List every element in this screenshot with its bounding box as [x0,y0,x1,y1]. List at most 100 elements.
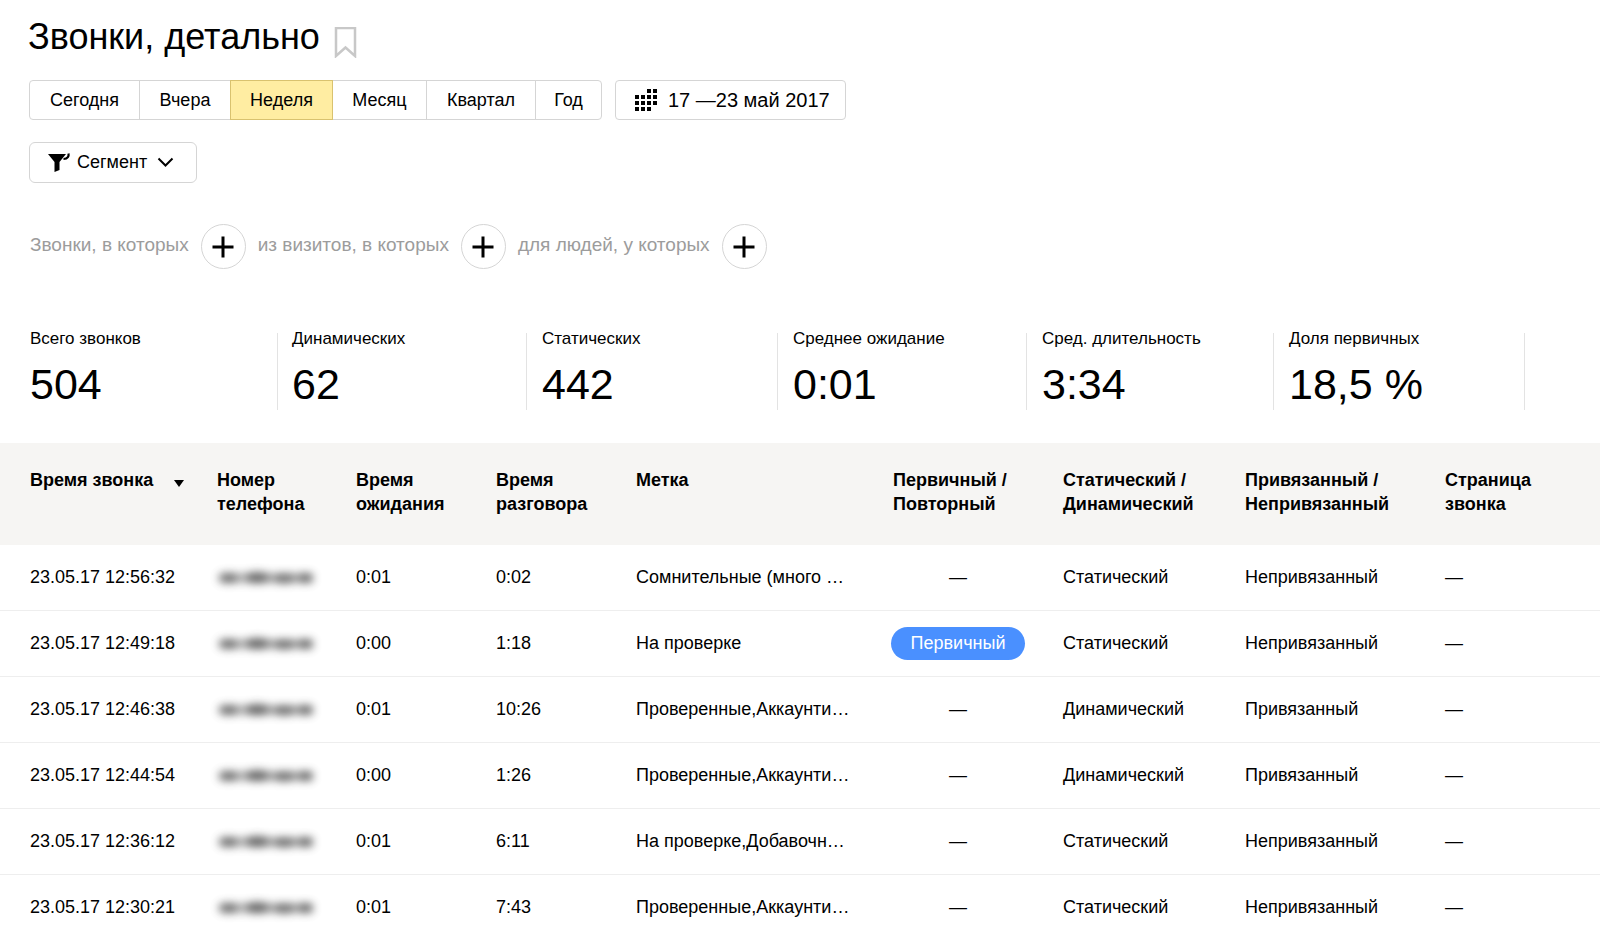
stat-label: Статических [542,329,640,349]
stat-divider [526,333,527,410]
table-row[interactable]: 23.05.17 12:46:38 0:01 10:26 Проверенные… [0,676,1600,742]
tab-yesterday[interactable]: Вчера [139,80,231,120]
col-wait-time[interactable]: Время ожидания [356,443,496,545]
cell-call-time: 23.05.17 12:46:38 [0,676,217,742]
cell-primary: — [893,808,1063,874]
cell-talk-time: 0:02 [496,545,636,610]
phone-redacted [217,897,313,919]
stat-value: 442 [542,363,640,406]
filter-builder-row: Звонки, в которых из визитов, в которых … [30,224,779,269]
cell-primary: — [893,742,1063,808]
cell-phone [217,874,356,940]
cell-wait-time: 0:01 [356,874,496,940]
cell-tag: На проверке [636,610,893,676]
chevron-down-icon [157,157,174,168]
phone-redacted [217,633,313,655]
col-page[interactable]: Страница звонка [1445,443,1600,545]
segment-button[interactable]: Сегмент [29,142,197,183]
calendar-icon [635,89,657,111]
table-row[interactable]: 23.05.17 12:36:12 0:01 6:11 На проверке,… [0,808,1600,874]
stat-block: Сред. длительность 3:34 [1042,329,1201,406]
col-primary[interactable]: Первичный / Повторный [893,443,1063,545]
stat-block: Статических 442 [542,329,640,406]
cell-primary: — [893,545,1063,610]
sort-desc-icon [174,480,184,487]
primary-value: — [949,831,967,852]
cell-binding: Непривязанный [1245,808,1445,874]
col-static[interactable]: Статический / Динамический [1063,443,1245,545]
col-talk-time[interactable]: Время разговора [496,443,636,545]
stat-block: Среднее ожидание0:01 [793,329,945,406]
cell-phone [217,545,356,610]
primary-value: — [949,699,967,720]
add-call-filter-button[interactable] [201,224,246,269]
table-row[interactable]: 23.05.17 12:49:18 0:00 1:18 На проверке … [0,610,1600,676]
filter-visits-label: из визитов, в которых [258,234,449,256]
col-binding[interactable]: Привязанный / Непривязанный [1245,443,1445,545]
stat-divider [777,333,778,410]
calls-table: Время звонка Номер телефона Время ожидан… [0,443,1600,940]
stat-label: Сред. длительность [1042,329,1201,349]
filter-calls-label: Звонки, в которых [30,234,189,256]
cell-phone [217,610,356,676]
table-row[interactable]: 23.05.17 12:44:54 0:00 1:26 Проверенные,… [0,742,1600,808]
table-row[interactable]: 23.05.17 12:56:32 0:01 0:02 Сомнительные… [0,545,1600,610]
stat-divider [277,333,278,410]
cell-binding: Привязанный [1245,676,1445,742]
cell-talk-time: 7:43 [496,874,636,940]
stat-block: Динамических62 [292,329,405,406]
cell-primary: Первичный [893,610,1063,676]
cell-talk-time: 6:11 [496,808,636,874]
cell-talk-time: 10:26 [496,676,636,742]
stat-block: Доля первичных18,5 % [1289,329,1423,406]
cell-tag: На проверке,Добавочн… [636,808,893,874]
table-row[interactable]: 23.05.17 12:30:21 0:01 7:43 Проверенные,… [0,874,1600,940]
cell-page: — [1445,874,1600,940]
cell-wait-time: 0:01 [356,545,496,610]
tab-month[interactable]: Месяц [332,80,427,120]
stat-value: 18,5 % [1289,363,1423,406]
tab-today[interactable]: Сегодня [29,80,140,120]
phone-redacted [217,699,313,721]
cell-wait-time: 0:00 [356,610,496,676]
date-range-button[interactable]: 17 —23 май 2017 [615,80,846,120]
stat-label: Среднее ожидание [793,329,945,349]
cell-tag: Проверенные,Аккаунти… [636,742,893,808]
cell-page: — [1445,808,1600,874]
cell-static: Статический [1063,545,1245,610]
tab-quarter[interactable]: Квартал [426,80,536,120]
date-range-label: 17 —23 май 2017 [668,89,830,112]
period-tabs: Сегодня Вчера Неделя Месяц Квартал Год [29,80,602,120]
primary-value: Первичный [891,627,1026,660]
stat-value: 3:34 [1042,363,1201,406]
segment-label: Сегмент [77,152,147,173]
filter-funnel-icon [47,152,71,174]
cell-static: Динамический [1063,742,1245,808]
col-tag[interactable]: Метка [636,443,893,545]
cell-tag: Сомнительные (много … [636,545,893,610]
tab-year[interactable]: Год [535,80,602,120]
cell-phone [217,742,356,808]
cell-static: Статический [1063,808,1245,874]
cell-tag: Проверенные,Аккаунти… [636,874,893,940]
cell-static: Статический [1063,610,1245,676]
cell-static: Статический [1063,874,1245,940]
filter-people-label: для людей, у которых [518,234,710,256]
col-phone[interactable]: Номер телефона [217,443,356,545]
primary-value: — [949,567,967,588]
phone-redacted [217,831,313,853]
add-people-filter-button[interactable] [722,224,767,269]
cell-page: — [1445,742,1600,808]
bookmark-icon[interactable] [334,27,357,58]
stat-divider [1524,333,1525,410]
table-header-row: Время звонка Номер телефона Время ожидан… [0,443,1600,545]
col-call-time[interactable]: Время звонка [0,443,217,545]
cell-static: Динамический [1063,676,1245,742]
add-visit-filter-button[interactable] [461,224,506,269]
tab-week[interactable]: Неделя [230,80,333,120]
cell-call-time: 23.05.17 12:49:18 [0,610,217,676]
cell-wait-time: 0:00 [356,742,496,808]
cell-binding: Непривязанный [1245,874,1445,940]
cell-binding: Непривязанный [1245,545,1445,610]
stat-divider [1026,333,1027,410]
